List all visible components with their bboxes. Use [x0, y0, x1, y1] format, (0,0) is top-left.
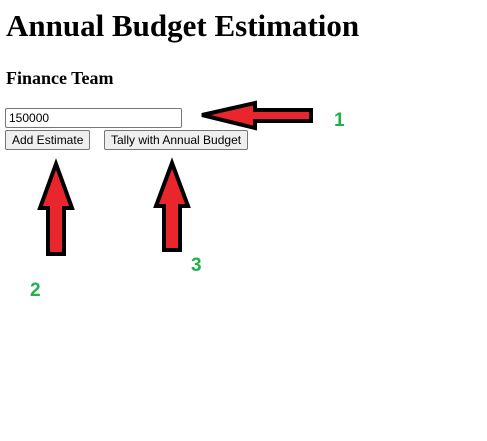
annotation-overlay	[37, 100, 313, 256]
annotation-label-1: 1	[334, 110, 345, 131]
arrow-left-icon	[201, 100, 313, 131]
annotation-label-3: 3	[191, 255, 202, 276]
arrow-up-icon	[153, 157, 191, 252]
arrow-up-icon	[37, 158, 75, 256]
annotation-label-2: 2	[30, 280, 41, 301]
